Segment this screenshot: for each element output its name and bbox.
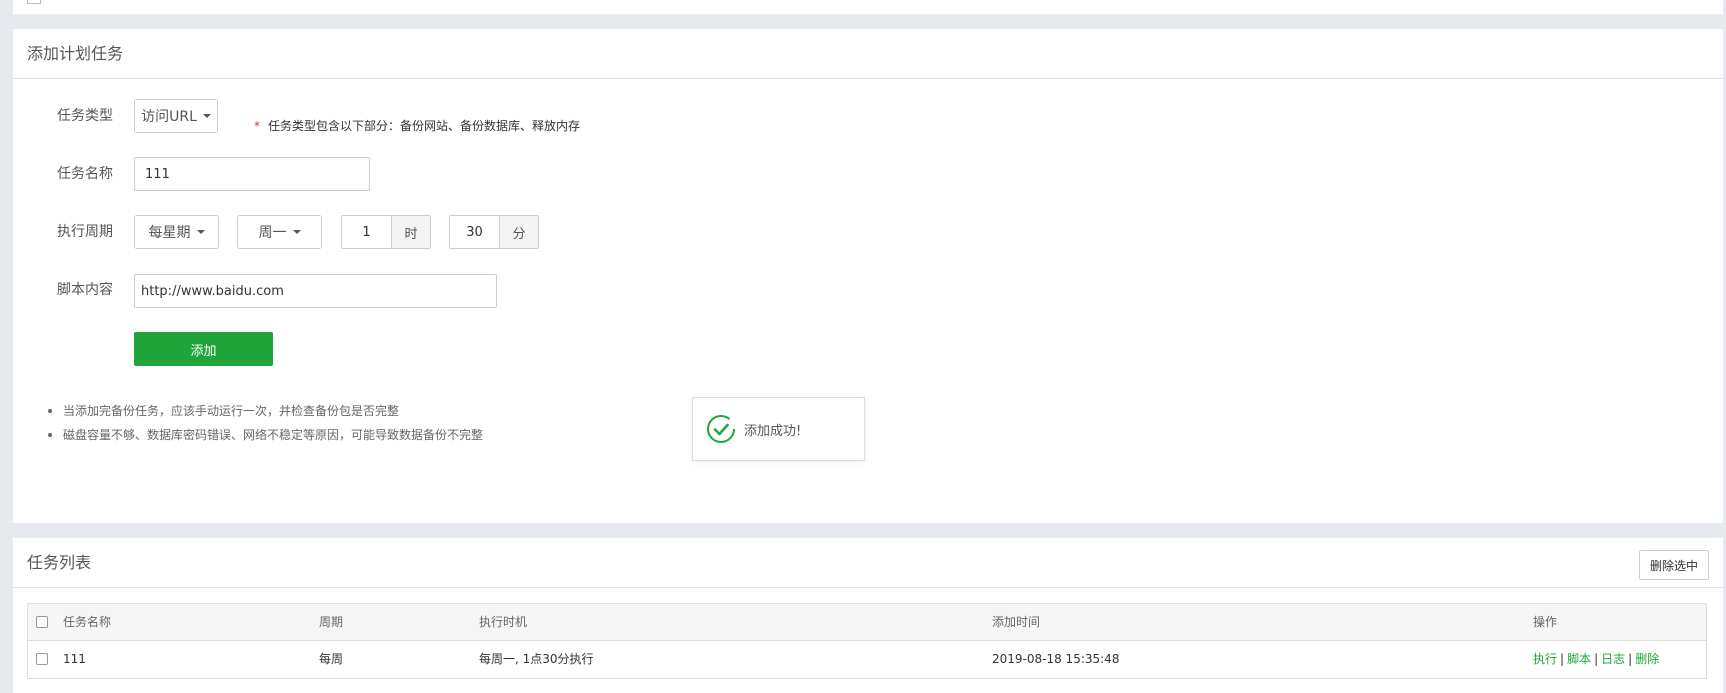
action-separator: | [1628, 652, 1633, 666]
run-task-link[interactable]: 执行 [1533, 652, 1557, 666]
required-star: * [254, 119, 260, 133]
caret-down-icon [292, 230, 301, 234]
script-link[interactable]: 脚本 [1567, 652, 1591, 666]
add-panel-title: 添加计划任务 [13, 29, 1723, 79]
cycle-period-dropdown[interactable]: 每星期 [134, 215, 219, 249]
note-item: 当添加完备份任务，应该手动运行一次，并检查备份包是否完整 [46, 399, 483, 423]
column-header: 添加时间 [992, 615, 1041, 629]
caret-down-icon [196, 230, 205, 234]
task-type-dropdown[interactable]: 访问URL [134, 99, 218, 133]
column-header: 任务名称 [63, 615, 112, 629]
timing-cell: 每周一, 1点30分执行 [479, 652, 594, 666]
column-header: 操作 [1533, 615, 1558, 629]
previous-panel-edge [13, 0, 1723, 14]
task-list-panel: 任务列表 删除选中 任务名称 周期 执行时机 添加时间 操作 111 每周 每周… [13, 538, 1723, 693]
column-header: 执行时机 [479, 615, 528, 629]
toast-message: 添加成功! [744, 423, 802, 439]
task-table: 任务名称 周期 执行时机 添加时间 操作 111 每周 每周一, 1点30分执行… [27, 603, 1707, 679]
add-task-button[interactable]: 添加 [134, 332, 273, 366]
minute-input[interactable] [449, 215, 499, 249]
cycle-label: 执行周期 [57, 224, 113, 240]
log-link[interactable]: 日志 [1601, 652, 1625, 666]
hour-input[interactable] [341, 215, 391, 249]
add-cron-task-panel: 添加计划任务 任务类型 访问URL * 任务类型包含以下部分：备份网站、备份数据库… [13, 29, 1723, 523]
task-type-hint-text: 任务类型包含以下部分：备份网站、备份数据库、释放内存 [268, 119, 581, 133]
table-row: 111 每周 每周一, 1点30分执行 2019-08-18 15:35:48 … [28, 641, 1706, 678]
notes-list: 当添加完备份任务，应该手动运行一次，并检查备份包是否完整 磁盘容量不够、数据库密… [46, 399, 483, 447]
task-list-title: 任务列表 [13, 538, 1723, 588]
minute-input-group: 分 [449, 215, 539, 249]
delete-link[interactable]: 删除 [1635, 652, 1659, 666]
weekday-value: 周一 [258, 225, 287, 241]
weekday-dropdown[interactable]: 周一 [237, 215, 322, 249]
column-header: 周期 [319, 615, 344, 629]
caret-down-icon [202, 114, 211, 118]
actions-cell: 执行 | 脚本 | 日志 | 删除 [1533, 641, 1659, 678]
action-separator: | [1560, 652, 1565, 666]
panel-toggle-icon [27, 0, 41, 4]
script-content-input[interactable] [134, 274, 497, 308]
script-label: 脚本内容 [57, 282, 113, 298]
task-type-hint: * 任务类型包含以下部分：备份网站、备份数据库、释放内存 [254, 116, 580, 136]
delete-selected-button[interactable]: 删除选中 [1638, 550, 1709, 580]
table-header: 任务名称 周期 执行时机 添加时间 操作 [28, 604, 1706, 641]
cycle-period-value: 每星期 [148, 225, 191, 241]
task-name-cell: 111 [63, 652, 86, 666]
cycle-cell: 每周 [319, 652, 344, 666]
hour-unit: 时 [391, 215, 431, 249]
hour-input-group: 时 [341, 215, 431, 249]
task-type-value: 访问URL [141, 109, 197, 125]
task-name-label: 任务名称 [57, 166, 113, 182]
select-all-checkbox[interactable] [36, 616, 48, 628]
success-check-icon [707, 415, 735, 443]
row-checkbox[interactable] [36, 653, 48, 665]
task-type-label: 任务类型 [57, 108, 113, 124]
note-item: 磁盘容量不够、数据库密码错误、网络不稳定等原因，可能导致数据备份不完整 [46, 423, 483, 447]
task-name-input[interactable] [134, 157, 370, 191]
action-separator: | [1594, 652, 1599, 666]
added-time-cell: 2019-08-18 15:35:48 [992, 652, 1120, 666]
minute-unit: 分 [499, 215, 539, 249]
success-toast: 添加成功! [692, 397, 865, 461]
